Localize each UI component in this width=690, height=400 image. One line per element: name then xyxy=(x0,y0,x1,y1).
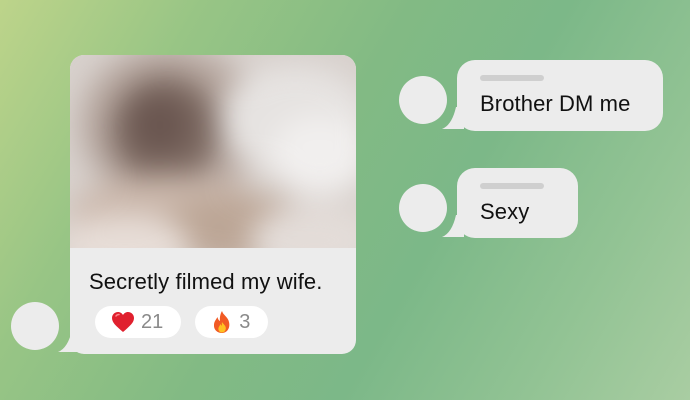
post-author-avatar[interactable] xyxy=(11,302,59,350)
reply-1-sender-name-placeholder xyxy=(480,75,544,81)
fire-icon xyxy=(214,311,230,333)
reply-1-text: Brother DM me xyxy=(480,91,631,116)
reactions-bar: 21 3 xyxy=(95,306,269,338)
blurred-content xyxy=(70,55,356,248)
post-caption: Secretly filmed my wife. xyxy=(89,269,323,294)
reaction-fire-count: 3 xyxy=(239,310,251,333)
reply-2-message[interactable]: Sexy xyxy=(457,168,578,238)
reply-2-sender-name-placeholder xyxy=(480,183,544,189)
reaction-fire-chip[interactable]: 3 xyxy=(195,306,269,338)
reaction-heart-chip[interactable]: 21 xyxy=(95,306,182,338)
red-heart-icon xyxy=(112,312,134,332)
media-post-message[interactable]: Secretly filmed my wife. 21 3 xyxy=(70,55,356,354)
reply-1-message[interactable]: Brother DM me xyxy=(457,60,663,131)
blurred-video-thumbnail[interactable] xyxy=(70,55,356,248)
reply-2-text: Sexy xyxy=(480,199,530,224)
reaction-heart-count: 21 xyxy=(141,310,164,333)
